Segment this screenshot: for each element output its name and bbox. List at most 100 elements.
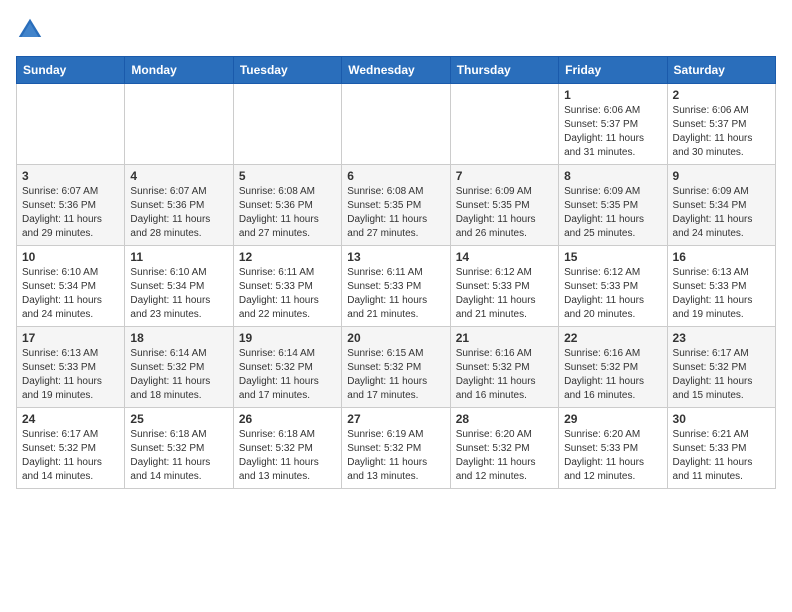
calendar-cell: 22 Sunrise: 6:16 AM Sunset: 5:32 PM Dayli… bbox=[559, 327, 667, 408]
calendar-header: SundayMondayTuesdayWednesdayThursdayFrid… bbox=[17, 57, 776, 84]
day-info: Sunrise: 6:11 AM Sunset: 5:33 PM Dayligh… bbox=[347, 266, 444, 322]
calendar-cell: 17 Sunrise: 6:13 AM Sunset: 5:33 PM Dayli… bbox=[17, 327, 125, 408]
day-info: Sunrise: 6:20 AM Sunset: 5:32 PM Dayligh… bbox=[456, 428, 553, 484]
calendar-cell: 1Sunrise: 6:06 AM Sunset: 5:37 PM Daylig… bbox=[559, 84, 667, 165]
day-info: Sunrise: 6:14 AM Sunset: 5:32 PM Dayligh… bbox=[130, 347, 227, 403]
weekday-thursday: Thursday bbox=[450, 57, 558, 84]
calendar-cell: 5 Sunrise: 6:08 AM Sunset: 5:36 PM Daylig… bbox=[233, 165, 341, 246]
calendar-week-1: 1 Sunrise: 6:06 AM Sunset: 5:37 PM Daylig… bbox=[17, 84, 776, 165]
day-number: 9 bbox=[673, 169, 770, 183]
day-number: 2 bbox=[673, 88, 770, 102]
day-info: Sunrise: 6:21 AM Sunset: 5:33 PM Dayligh… bbox=[673, 428, 770, 484]
calendar-cell: 16 Sunrise: 6:13 AM Sunset: 5:33 PM Dayli… bbox=[667, 246, 775, 327]
day-number: 14 bbox=[456, 250, 553, 264]
calendar-cell: 23 Sunrise: 6:17 AM Sunset: 5:32 PM Dayli… bbox=[667, 327, 775, 408]
calendar-cell: 6 Sunrise: 6:08 AM Sunset: 5:35 PM Daylig… bbox=[342, 165, 450, 246]
day-number: 12 bbox=[239, 250, 336, 264]
day-number: 10 bbox=[22, 250, 119, 264]
calendar-cell: 7Sunrise: 6:09 AM Sunset: 5:35 PM Daylig… bbox=[450, 165, 558, 246]
calendar-cell: 9 Sunrise: 6:09 AM Sunset: 5:34 PM Daylig… bbox=[667, 165, 775, 246]
calendar-cell: 19Sunrise: 6:14 AM Sunset: 5:32 PM Dayli… bbox=[233, 327, 341, 408]
day-number: 23 bbox=[673, 331, 770, 345]
day-info: Sunrise: 6:12 AM Sunset: 5:33 PM Dayligh… bbox=[456, 266, 553, 322]
day-info: Sunrise: 6:20 AM Sunset: 5:33 PM Dayligh… bbox=[564, 428, 661, 484]
calendar-cell: 21Sunrise: 6:16 AM Sunset: 5:32 PM Dayli… bbox=[450, 327, 558, 408]
day-info: Sunrise: 6:08 AM Sunset: 5:35 PM Dayligh… bbox=[347, 185, 444, 241]
calendar-cell: 28Sunrise: 6:20 AM Sunset: 5:32 PM Dayli… bbox=[450, 408, 558, 489]
calendar-table: SundayMondayTuesdayWednesdayThursdayFrid… bbox=[16, 56, 776, 489]
calendar-cell: 10 Sunrise: 6:10 AM Sunset: 5:34 PM Dayli… bbox=[17, 246, 125, 327]
day-number: 19 bbox=[239, 331, 336, 345]
calendar-cell bbox=[342, 84, 450, 165]
calendar-week-2: 3 Sunrise: 6:07 AM Sunset: 5:36 PM Daylig… bbox=[17, 165, 776, 246]
calendar-week-3: 10 Sunrise: 6:10 AM Sunset: 5:34 PM Dayli… bbox=[17, 246, 776, 327]
day-number: 8 bbox=[564, 169, 661, 183]
day-number: 4 bbox=[130, 169, 227, 183]
day-number: 25 bbox=[130, 412, 227, 426]
day-info: Sunrise: 6:09 AM Sunset: 5:35 PM Dayligh… bbox=[564, 185, 661, 241]
day-number: 11 bbox=[130, 250, 227, 264]
calendar-cell: 2 Sunrise: 6:06 AM Sunset: 5:37 PM Daylig… bbox=[667, 84, 775, 165]
day-info: Sunrise: 6:10 AM Sunset: 5:34 PM Dayligh… bbox=[22, 266, 119, 322]
day-number: 30 bbox=[673, 412, 770, 426]
day-info: Sunrise: 6:15 AM Sunset: 5:32 PM Dayligh… bbox=[347, 347, 444, 403]
calendar-cell: 8 Sunrise: 6:09 AM Sunset: 5:35 PM Daylig… bbox=[559, 165, 667, 246]
page-header bbox=[16, 16, 776, 44]
calendar-cell: 14 Sunrise: 6:12 AM Sunset: 5:33 PM Dayli… bbox=[450, 246, 558, 327]
day-number: 3 bbox=[22, 169, 119, 183]
day-info: Sunrise: 6:06 AM Sunset: 5:37 PM Dayligh… bbox=[673, 104, 770, 160]
day-info: Sunrise: 6:13 AM Sunset: 5:33 PM Dayligh… bbox=[673, 266, 770, 322]
day-number: 1 bbox=[564, 88, 661, 102]
day-info: Sunrise: 6:07 AM Sunset: 5:36 PM Dayligh… bbox=[22, 185, 119, 241]
calendar-cell: 12 Sunrise: 6:11 AM Sunset: 5:33 PM Dayli… bbox=[233, 246, 341, 327]
day-number: 5 bbox=[239, 169, 336, 183]
calendar-cell: 3 Sunrise: 6:07 AM Sunset: 5:36 PM Daylig… bbox=[17, 165, 125, 246]
day-number: 29 bbox=[564, 412, 661, 426]
day-info: Sunrise: 6:16 AM Sunset: 5:32 PM Dayligh… bbox=[456, 347, 553, 403]
calendar-cell: 15 Sunrise: 6:12 AM Sunset: 5:33 PM Dayli… bbox=[559, 246, 667, 327]
calendar-cell: 18 Sunrise: 6:14 AM Sunset: 5:32 PM Dayli… bbox=[125, 327, 233, 408]
day-info: Sunrise: 6:19 AM Sunset: 5:32 PM Dayligh… bbox=[347, 428, 444, 484]
day-number: 13 bbox=[347, 250, 444, 264]
calendar-cell: 25 Sunrise: 6:18 AM Sunset: 5:32 PM Dayli… bbox=[125, 408, 233, 489]
calendar-body: 1 Sunrise: 6:06 AM Sunset: 5:37 PM Daylig… bbox=[17, 84, 776, 489]
calendar-week-5: 24Sunrise: 6:17 AM Sunset: 5:32 PM Dayli… bbox=[17, 408, 776, 489]
day-info: Sunrise: 6:17 AM Sunset: 5:32 PM Dayligh… bbox=[673, 347, 770, 403]
calendar-cell: 27Sunrise: 6:19 AM Sunset: 5:32 PM Dayli… bbox=[342, 408, 450, 489]
calendar-cell: 30 Sunrise: 6:21 AM Sunset: 5:33 PM Dayli… bbox=[667, 408, 775, 489]
day-number: 16 bbox=[673, 250, 770, 264]
day-info: Sunrise: 6:11 AM Sunset: 5:33 PM Dayligh… bbox=[239, 266, 336, 322]
calendar-cell: 4Sunrise: 6:07 AM Sunset: 5:36 PM Daylig… bbox=[125, 165, 233, 246]
day-info: Sunrise: 6:13 AM Sunset: 5:33 PM Dayligh… bbox=[22, 347, 119, 403]
day-info: Sunrise: 6:18 AM Sunset: 5:32 PM Dayligh… bbox=[130, 428, 227, 484]
day-number: 6 bbox=[347, 169, 444, 183]
calendar-cell bbox=[125, 84, 233, 165]
day-number: 22 bbox=[564, 331, 661, 345]
calendar-cell: 20 Sunrise: 6:15 AM Sunset: 5:32 PM Dayli… bbox=[342, 327, 450, 408]
day-number: 20 bbox=[347, 331, 444, 345]
day-number: 18 bbox=[130, 331, 227, 345]
logo bbox=[16, 16, 48, 44]
day-info: Sunrise: 6:08 AM Sunset: 5:36 PM Dayligh… bbox=[239, 185, 336, 241]
day-number: 7 bbox=[456, 169, 553, 183]
weekday-tuesday: Tuesday bbox=[233, 57, 341, 84]
day-info: Sunrise: 6:10 AM Sunset: 5:34 PM Dayligh… bbox=[130, 266, 227, 322]
day-info: Sunrise: 6:16 AM Sunset: 5:32 PM Dayligh… bbox=[564, 347, 661, 403]
day-number: 26 bbox=[239, 412, 336, 426]
logo-icon bbox=[16, 16, 44, 44]
weekday-saturday: Saturday bbox=[667, 57, 775, 84]
day-info: Sunrise: 6:12 AM Sunset: 5:33 PM Dayligh… bbox=[564, 266, 661, 322]
calendar-cell bbox=[450, 84, 558, 165]
calendar-cell bbox=[17, 84, 125, 165]
day-number: 17 bbox=[22, 331, 119, 345]
day-info: Sunrise: 6:18 AM Sunset: 5:32 PM Dayligh… bbox=[239, 428, 336, 484]
calendar-week-4: 17 Sunrise: 6:13 AM Sunset: 5:33 PM Dayli… bbox=[17, 327, 776, 408]
day-info: Sunrise: 6:09 AM Sunset: 5:34 PM Dayligh… bbox=[673, 185, 770, 241]
weekday-sunday: Sunday bbox=[17, 57, 125, 84]
calendar-cell: 29 Sunrise: 6:20 AM Sunset: 5:33 PM Dayli… bbox=[559, 408, 667, 489]
day-number: 15 bbox=[564, 250, 661, 264]
calendar-cell: 13 Sunrise: 6:11 AM Sunset: 5:33 PM Dayli… bbox=[342, 246, 450, 327]
calendar-cell: 24Sunrise: 6:17 AM Sunset: 5:32 PM Dayli… bbox=[17, 408, 125, 489]
calendar-cell: 26 Sunrise: 6:18 AM Sunset: 5:32 PM Dayli… bbox=[233, 408, 341, 489]
calendar-cell bbox=[233, 84, 341, 165]
